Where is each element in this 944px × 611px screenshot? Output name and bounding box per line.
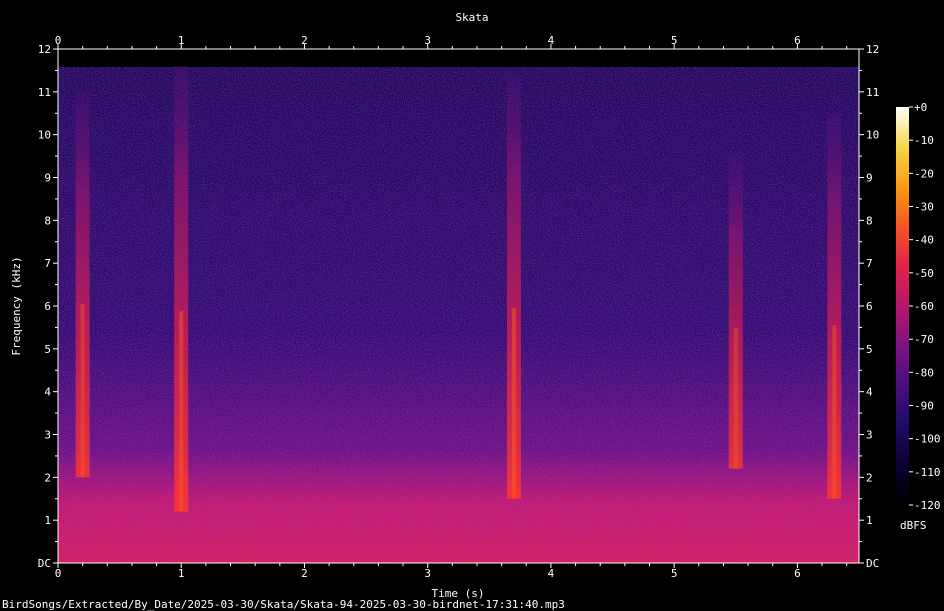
y-axis-right: DC123456789101112 — [859, 43, 879, 570]
x-tick-label-top: 2 — [301, 34, 308, 47]
x-tick-label-top: 3 — [424, 34, 431, 47]
bright-event-core — [733, 328, 738, 469]
x-tick-label: 1 — [178, 567, 185, 580]
y-tick-label: 8 — [44, 214, 51, 227]
y-tick-label-right: 9 — [866, 172, 873, 185]
y-tick-label: 2 — [44, 471, 51, 484]
y-tick-label-right: 4 — [866, 386, 873, 399]
y-tick-label-right: 10 — [866, 129, 879, 142]
bright-event-core — [511, 307, 516, 499]
colorbar-ticks: +0 -10 -20 -30 -40 -50 -60 -70 -80 -90 -100 -110 -12… — [909, 101, 941, 512]
y-tick-label: 7 — [44, 257, 51, 270]
colorbar-tick-label: -10 — [914, 134, 934, 147]
bright-event-core — [179, 311, 184, 512]
x-tick-label-top: 1 — [178, 34, 185, 47]
x-tick-label: 2 — [301, 567, 308, 580]
x-tick-label-top: 0 — [55, 34, 62, 47]
x-axis-top: 0 1 2 3 4 5 6 — [55, 34, 848, 49]
colorbar-label: dBFS — [900, 519, 927, 532]
x-tick-label-top: 4 — [548, 34, 555, 47]
spectrogram-figure: Skata 0123456 0123456 DC123456789101112 … — [2, 11, 941, 611]
spectrogram-plot-area — [57, 48, 860, 564]
x-tick-label: 4 — [548, 567, 555, 580]
colorbar-tick-label: -60 — [914, 300, 934, 313]
colorbar-tick-label: -80 — [914, 366, 934, 379]
x-tick-label-top: 6 — [794, 34, 801, 47]
footer-file-path: BirdSongs/Extracted/By_Date/2025-03-30/S… — [2, 598, 565, 611]
x-tick-label-top: 5 — [671, 34, 678, 47]
y-tick-label: 12 — [38, 43, 51, 56]
y-tick-label-right: 8 — [866, 214, 873, 227]
colorbar-tick-label: -90 — [914, 400, 934, 413]
colorbar-tick-label: -110 — [914, 466, 941, 479]
y-axis-label: Frequency (kHz) — [10, 256, 23, 355]
y-tick-label-right: 12 — [866, 43, 879, 56]
colorbar-scale — [896, 107, 909, 505]
y-tick-label: 4 — [44, 386, 51, 399]
x-tick-label: 5 — [671, 567, 678, 580]
colorbar-tick-label: -120 — [914, 499, 941, 512]
y-axis-left: DC123456789101112 — [38, 43, 58, 570]
colorbar-tick-label: -40 — [914, 234, 934, 247]
y-tick-label: 11 — [38, 86, 51, 99]
colorbar-tick-label: -70 — [914, 333, 934, 346]
y-tick-label-right: 2 — [866, 471, 873, 484]
bright-event-core — [832, 325, 837, 499]
y-tick-label-right: 5 — [866, 343, 873, 356]
y-tick-label: DC — [38, 557, 51, 570]
colorbar-tick-label: -30 — [914, 201, 934, 214]
y-tick-label: 1 — [44, 514, 51, 527]
y-tick-label: 9 — [44, 172, 51, 185]
x-axis-bottom: 0 1 2 3 4 5 6 — [55, 563, 848, 580]
y-tick-label: 5 — [44, 343, 51, 356]
x-tick-label: 0 — [55, 567, 62, 580]
y-tick-label-right: 3 — [866, 429, 873, 442]
y-tick-label: 10 — [38, 129, 51, 142]
x-tick-label: 3 — [424, 567, 431, 580]
colorbar-tick-label: +0 — [914, 101, 927, 114]
bright-event-core — [80, 303, 85, 478]
colorbar-tick-label: -100 — [914, 433, 941, 446]
y-tick-label-right: 1 — [866, 514, 873, 527]
y-tick-label: 6 — [44, 300, 51, 313]
y-tick-label-right: 7 — [866, 257, 873, 270]
spectrogram-top-cutoff — [58, 49, 859, 67]
colorbar: +0 -10 -20 -30 -40 -50 -60 -70 -80 -90 -100 -110 -12… — [896, 101, 941, 532]
y-tick-label-right: 11 — [866, 86, 879, 99]
x-tick-label: 6 — [794, 567, 801, 580]
y-tick-label: 3 — [44, 429, 51, 442]
y-tick-label-right: DC — [866, 557, 879, 570]
colorbar-tick-label: -50 — [914, 267, 934, 280]
colorbar-tick-label: -20 — [914, 167, 934, 180]
y-tick-label-right: 6 — [866, 300, 873, 313]
chart-title: Skata — [455, 11, 488, 24]
